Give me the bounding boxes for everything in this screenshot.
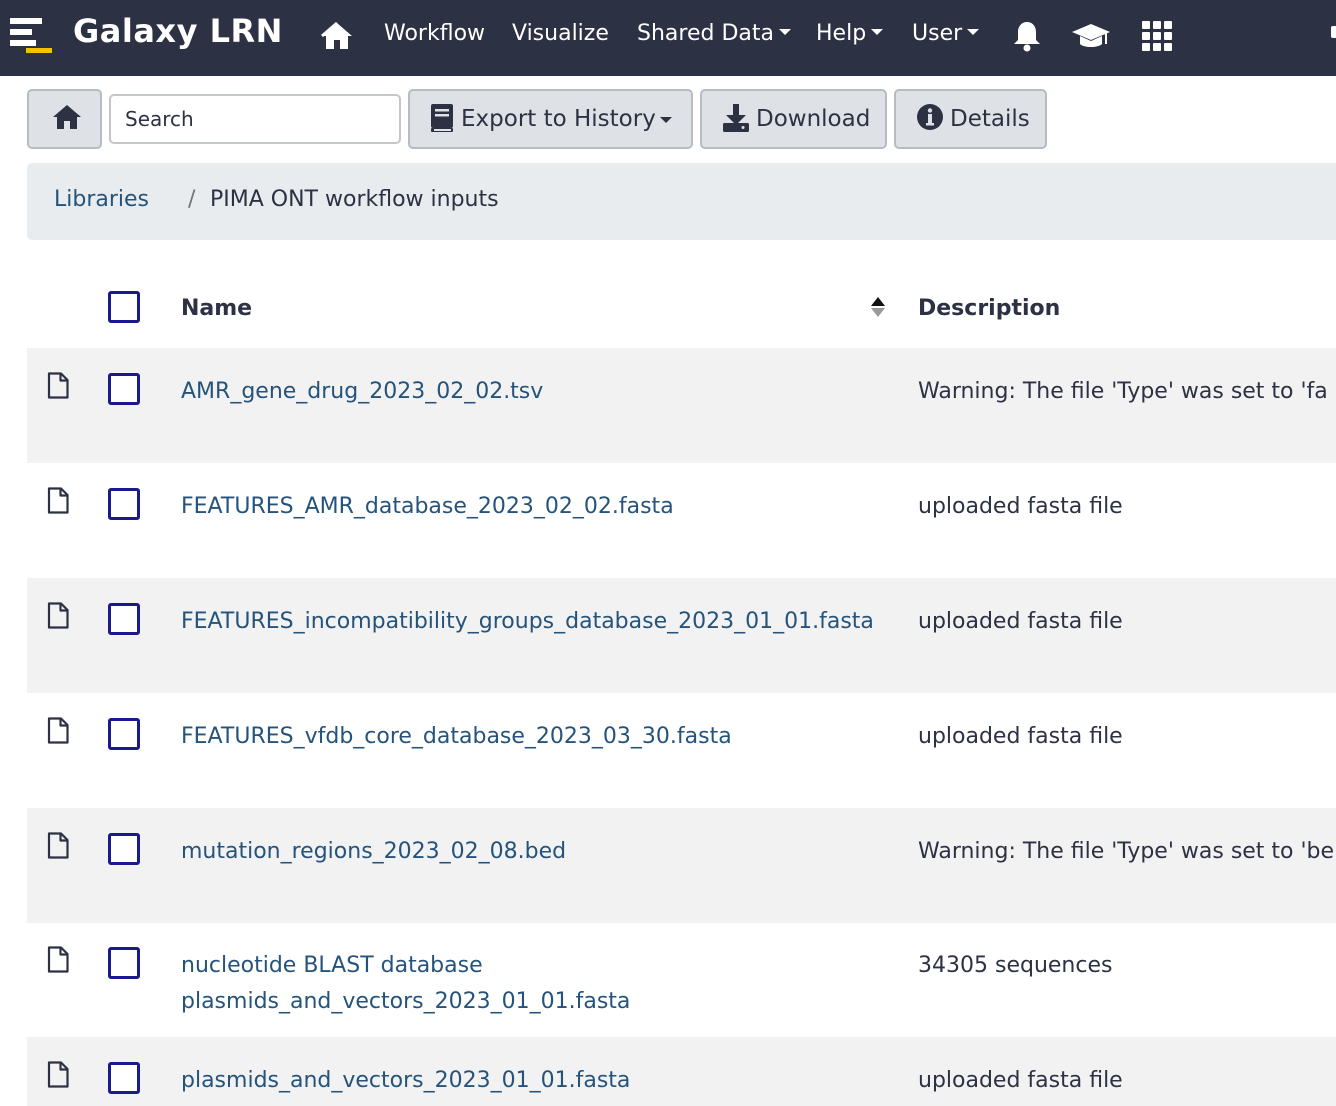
- download-button[interactable]: Download: [700, 89, 887, 149]
- brand-title[interactable]: Galaxy LRN: [73, 12, 283, 50]
- chevron-down-icon: [778, 29, 791, 35]
- row-select-checkbox[interactable]: [108, 718, 140, 750]
- chevron-down-icon: [660, 117, 672, 123]
- export-to-history-label: Export to History: [461, 106, 656, 132]
- dataset-name-link[interactable]: plasmids_and_vectors_2023_01_01.fasta: [181, 1063, 891, 1099]
- breadcrumb-separator: /: [188, 187, 196, 212]
- row-select-checkbox[interactable]: [108, 373, 140, 405]
- search-input[interactable]: [109, 94, 401, 144]
- table-row: FEATURES_incompatibility_groups_database…: [27, 578, 1336, 693]
- row-select-checkbox[interactable]: [108, 488, 140, 520]
- dataset-name-link[interactable]: nucleotide BLAST database plasmids_and_v…: [181, 948, 891, 1020]
- bell-icon[interactable]: [1012, 20, 1042, 52]
- chevron-down-icon: [871, 29, 884, 35]
- dataset-name-link[interactable]: AMR_gene_drug_2023_02_02.tsv: [181, 374, 891, 410]
- dataset-description: uploaded fasta file: [918, 1068, 1123, 1093]
- file-icon: [47, 487, 69, 514]
- download-label: Download: [756, 106, 871, 132]
- row-select-checkbox[interactable]: [108, 833, 140, 865]
- table-row: AMR_gene_drug_2023_02_02.tsv Warning: The…: [27, 348, 1336, 463]
- nav-user-label: User: [912, 21, 963, 46]
- nav-user[interactable]: User: [912, 21, 980, 46]
- breadcrumb: Libraries / PIMA ONT workflow inputs: [27, 163, 1336, 240]
- dataset-name-link[interactable]: FEATURES_vfdb_core_database_2023_03_30.f…: [181, 719, 891, 755]
- row-select-checkbox[interactable]: [108, 1062, 140, 1094]
- nav-help-label: Help: [816, 21, 867, 46]
- file-icon: [47, 832, 69, 859]
- table-row: FEATURES_AMR_database_2023_02_02.fasta up…: [27, 463, 1336, 578]
- chevron-down-icon: [967, 29, 980, 35]
- column-header-name[interactable]: Name: [181, 296, 252, 321]
- nav-workflow[interactable]: Workflow: [384, 21, 485, 46]
- nav-visualize[interactable]: Visualize: [512, 21, 609, 46]
- nav-help[interactable]: Help: [816, 21, 884, 46]
- file-icon: [47, 717, 69, 744]
- table-row: FEATURES_vfdb_core_database_2023_03_30.f…: [27, 693, 1336, 808]
- masthead: Galaxy LRN Workflow Visualize Shared Dat…: [0, 0, 1336, 76]
- dataset-description: 34305 sequences: [918, 953, 1113, 978]
- menu-logo-icon[interactable]: [10, 16, 54, 56]
- sort-icon[interactable]: [870, 296, 886, 318]
- masthead-overflow-item[interactable]: [1331, 26, 1336, 38]
- file-icon: [47, 372, 69, 399]
- table-row: nucleotide BLAST database plasmids_and_v…: [27, 922, 1336, 1037]
- file-icon: [47, 602, 69, 629]
- nav-shared-data[interactable]: Shared Data: [637, 21, 791, 46]
- file-icon: [47, 1061, 69, 1088]
- dataset-description: uploaded fasta file: [918, 609, 1123, 634]
- graduation-cap-icon[interactable]: [1071, 20, 1111, 52]
- export-to-history-button[interactable]: Export to History: [408, 89, 693, 149]
- row-select-checkbox[interactable]: [108, 603, 140, 635]
- home-icon[interactable]: [320, 20, 354, 52]
- dataset-description: uploaded fasta file: [918, 724, 1123, 749]
- row-select-checkbox[interactable]: [108, 947, 140, 979]
- column-header-description[interactable]: Description: [918, 296, 1060, 321]
- apps-grid-icon[interactable]: [1141, 20, 1173, 52]
- table-header: Name Description: [27, 270, 1336, 348]
- dataset-description: uploaded fasta file: [918, 494, 1123, 519]
- details-label: Details: [950, 106, 1030, 132]
- table-row: mutation_regions_2023_02_08.bed Warning: …: [27, 808, 1336, 923]
- info-icon: [917, 104, 943, 130]
- dataset-name-link[interactable]: mutation_regions_2023_02_08.bed: [181, 834, 891, 870]
- select-all-checkbox[interactable]: [108, 291, 140, 323]
- home-icon: [53, 105, 81, 129]
- dataset-description: Warning: The file 'Type' was set to 'fa: [918, 379, 1328, 404]
- dataset-name-link[interactable]: FEATURES_incompatibility_groups_database…: [181, 604, 891, 640]
- dataset-description: Warning: The file 'Type' was set to 'be: [918, 839, 1335, 864]
- library-home-button[interactable]: [27, 89, 102, 149]
- table-row: plasmids_and_vectors_2023_01_01.fasta upl…: [27, 1037, 1336, 1106]
- breadcrumb-current: PIMA ONT workflow inputs: [210, 187, 499, 212]
- file-icon: [47, 946, 69, 973]
- breadcrumb-libraries-link[interactable]: Libraries: [54, 187, 149, 212]
- nav-shared-data-label: Shared Data: [637, 21, 774, 46]
- dataset-name-link[interactable]: FEATURES_AMR_database_2023_02_02.fasta: [181, 489, 891, 525]
- details-button[interactable]: Details: [894, 89, 1047, 149]
- download-icon: [723, 104, 749, 132]
- book-icon: [431, 104, 453, 132]
